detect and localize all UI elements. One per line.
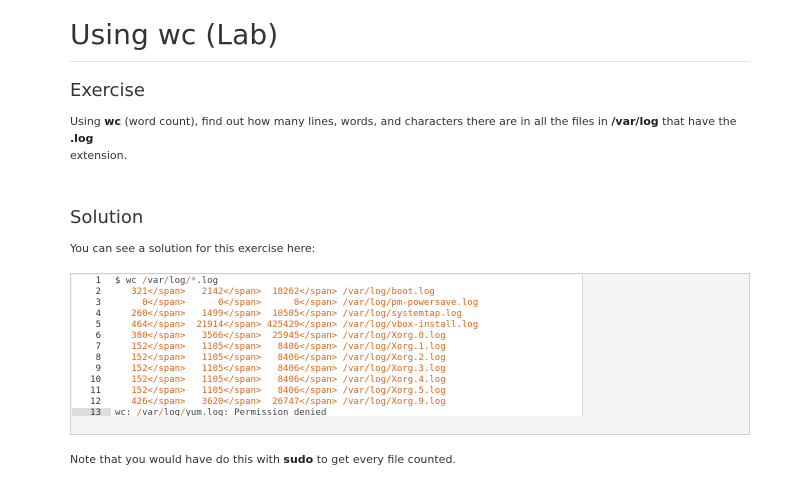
line-number: 12 [90,397,101,407]
note-text: to get every file counted. [313,453,456,466]
sudo-note: Note that you would have do this with su… [70,451,750,468]
code-text: 260</span> 1499</span> 10505</span> /var… [131,309,462,319]
exercise-text: that have the [658,115,737,128]
line-number: 2 [95,287,101,297]
horizontal-scrollbar[interactable] [70,417,750,435]
code-text: 152</span> 1105</span> 8406</span> /var/… [131,364,446,374]
code-line: 6 380</span> 3566</span> 25945</span> /v… [72,331,582,342]
code-line: 10 152</span> 1105</span> 8406</span> /v… [72,375,582,386]
line-number: 10 [90,375,101,385]
code-line: 3 0</span> 0</span> 0</span> /var/log/pm… [72,298,582,309]
code-line: 8 152</span> 1105</span> 8406</span> /va… [72,353,582,364]
line-number: 13 [72,408,111,416]
line-number: 5 [95,320,101,330]
line-number: 1 [95,276,101,286]
code-text: 152</span> 1105</span> 8406</span> /var/… [131,386,446,396]
code-line: 11 152</span> 1105</span> 8406</span> /v… [72,386,582,397]
line-number: 3 [95,298,101,308]
code-line: 7 152</span> 1105</span> 8406</span> /va… [72,342,582,353]
code-text: 464</span> 21914</span> 425429</span> /v… [131,320,479,330]
code-line: 13 wc: /var/log/yum.log: Permission denie… [72,408,582,416]
exercise-extension: .log [70,132,94,145]
exercise-text: Using [70,115,105,128]
line-number: 11 [90,386,101,396]
note-command: sudo [283,453,314,466]
line-number: 6 [95,331,101,341]
code-text: 426</span> 3620</span> 26747</span> /var… [131,397,446,407]
page-title: Using wc (Lab) [70,18,279,51]
exercise-path: /var/log [611,115,659,128]
code-text: wc: /var/log/yum.log: Permission denied [115,408,327,416]
code-embed[interactable]: 1 $ wc /var/log/*.log 2 321</span> 2142</s… [70,273,750,418]
code-line: 4 260</span> 1499</span> 10505</span> /v… [72,309,582,320]
code-text: 380</span> 3566</span> 25945</span> /var… [131,331,446,341]
code-text: $ wc /var/log/*.log [115,276,218,286]
exercise-text: (word count), find out how many lines, w… [120,115,612,128]
line-number: 4 [95,309,101,319]
exercise-heading: Exercise [70,80,145,101]
code-line: 5 464</span> 21914</span> 425429</span> … [72,320,582,331]
code-line: 9 152</span> 1105</span> 8406</span> /va… [72,364,582,375]
line-number: 8 [95,353,101,363]
exercise-text: extension. [70,149,128,162]
exercise-description: Using wc (word count), find out how many… [70,113,750,164]
code-editor[interactable]: 1 $ wc /var/log/*.log 2 321</span> 2142</s… [72,275,583,416]
solution-intro: You can see a solution for this exercise… [70,242,316,255]
title-divider [70,61,750,62]
line-number: 9 [95,364,101,374]
line-number: 7 [95,342,101,352]
code-line: 12 426</span> 3620</span> 26747</span> /… [72,397,582,408]
code-text: 0</span> 0</span> 0</span> /var/log/pm-p… [142,298,479,308]
solution-heading: Solution [70,207,144,228]
note-text: Note that you would have do this with [70,453,284,466]
code-text: 152</span> 1105</span> 8406</span> /var/… [131,353,446,363]
code-line: 1 $ wc /var/log/*.log [72,276,582,287]
code-text: 321</span> 2142</span> 18262</span> /var… [131,287,435,297]
code-line: 2 321</span> 2142</span> 18262</span> /v… [72,287,582,298]
code-text: 152</span> 1105</span> 8406</span> /var/… [131,342,446,352]
exercise-command: wc [104,115,121,128]
code-text: 152</span> 1105</span> 8406</span> /var/… [131,375,446,385]
